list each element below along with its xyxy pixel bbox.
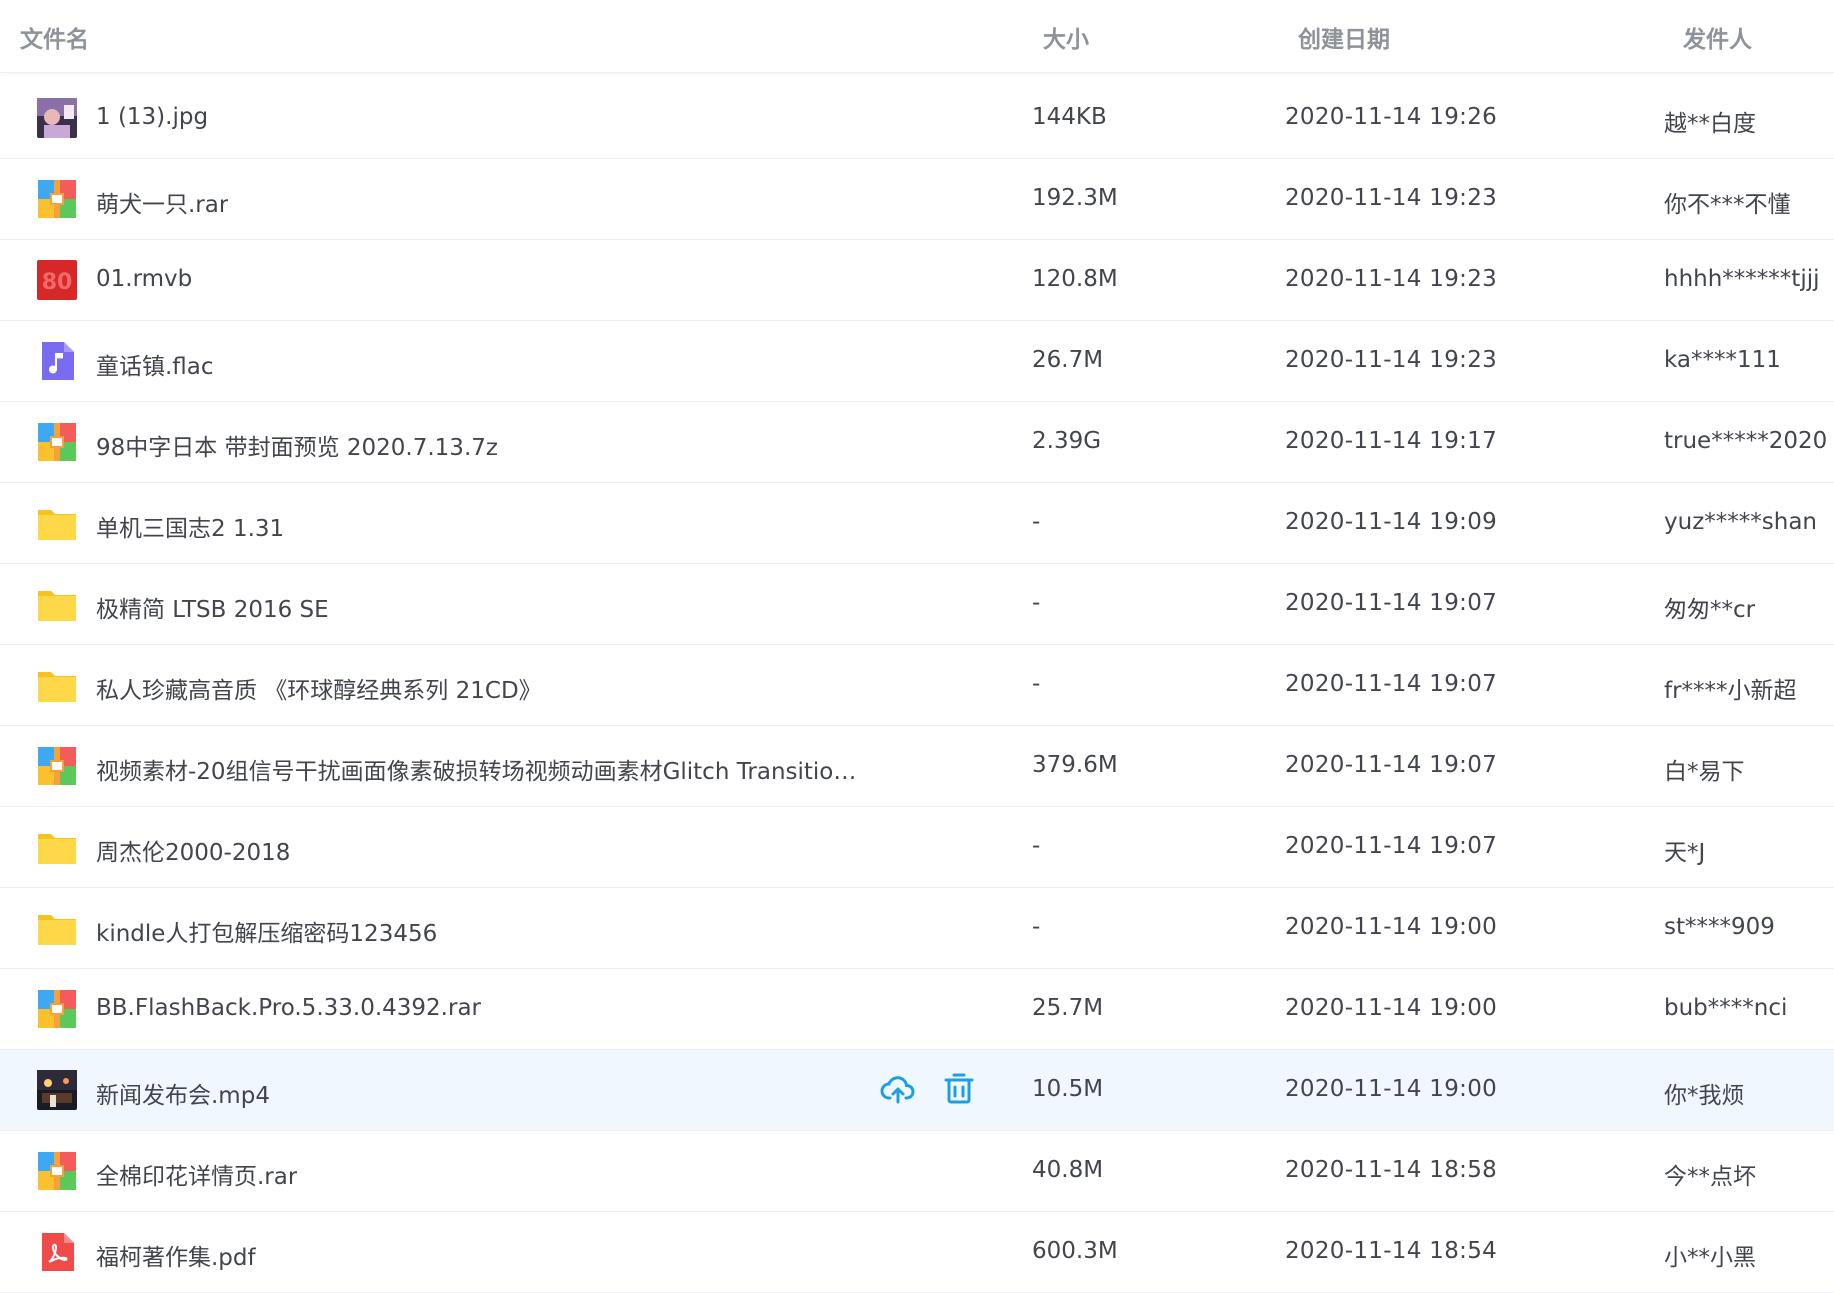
file-size: -: [1032, 914, 1041, 940]
file-list-header: 文件名 大小 创建日期 发件人: [0, 0, 1834, 73]
file-name[interactable]: 萌犬一只.rar: [96, 185, 228, 219]
file-date: 2020-11-14 19:17: [1285, 428, 1498, 454]
file-size: -: [1032, 833, 1041, 859]
file-size: 120.8M: [1032, 266, 1118, 292]
file-date: 2020-11-14 19:00: [1285, 914, 1498, 940]
file-sender: fr****小新超: [1664, 678, 1797, 704]
file-name[interactable]: 01.rmvb: [96, 266, 192, 292]
file-date: 2020-11-14 19:00: [1285, 995, 1498, 1021]
file-row[interactable]: kindle人打包解压缩密码123456 - 2020-11-14 19:00 st*…: [0, 888, 1834, 969]
file-size: -: [1032, 671, 1041, 697]
file-name[interactable]: 极精简 LTSB 2016 SE: [96, 590, 329, 624]
column-header-name[interactable]: 文件名: [20, 20, 89, 54]
video-thumbnail-icon: [36, 1069, 78, 1111]
file-date: 2020-11-14 19:23: [1285, 185, 1498, 211]
file-name[interactable]: 1 (13).jpg: [96, 104, 208, 130]
file-name[interactable]: BB.FlashBack.Pro.5.33.0.4392.rar: [96, 995, 481, 1021]
archive-icon: [36, 988, 78, 1030]
file-size: 10.5M: [1032, 1076, 1104, 1102]
file-date: 2020-11-14 19:07: [1285, 833, 1498, 859]
file-row[interactable]: 单机三国志2 1.31 - 2020-11-14 19:09 yuz*****shan: [0, 483, 1834, 564]
file-list: 1 (13).jpg 144KB 2020-11-14 19:26 越**白度萌犬一只…: [0, 78, 1834, 1293]
file-size: 40.8M: [1032, 1157, 1104, 1183]
file-size: -: [1032, 509, 1041, 535]
column-header-size[interactable]: 大小: [1043, 20, 1089, 54]
file-sender: bub****nci: [1664, 995, 1788, 1021]
file-name[interactable]: 单机三国志2 1.31: [96, 509, 284, 543]
file-size: 26.7M: [1032, 347, 1104, 373]
file-row[interactable]: 童话镇.flac 26.7M 2020-11-14 19:23 ka****111: [0, 321, 1834, 402]
file-name[interactable]: 周杰伦2000-2018: [96, 833, 290, 867]
file-date: 2020-11-14 19:00: [1285, 1076, 1498, 1102]
file-sender: 你*我烦: [1664, 1083, 1745, 1109]
file-size: 144KB: [1032, 104, 1107, 130]
file-name[interactable]: 福柯著作集.pdf: [96, 1238, 256, 1272]
file-name[interactable]: 视频素材-20组信号干扰画面像素破损转场视频动画素材Glitch Transit…: [96, 752, 866, 786]
delete-icon[interactable]: [941, 1071, 977, 1107]
file-row[interactable]: BB.FlashBack.Pro.5.33.0.4392.rar 25.7M 202…: [0, 969, 1834, 1050]
file-row[interactable]: 新闻发布会.mp4 10.5M 2020-11-14 19:00 你*我烦: [0, 1050, 1834, 1131]
folder-icon: [36, 907, 78, 949]
column-header-date[interactable]: 创建日期: [1298, 20, 1390, 54]
file-row[interactable]: 福柯著作集.pdf 600.3M 2020-11-14 18:54 小**小黑: [0, 1212, 1834, 1293]
archive-icon: [36, 1150, 78, 1192]
folder-icon: [36, 583, 78, 625]
archive-icon: [36, 745, 78, 787]
svg-text:80: 80: [42, 270, 73, 295]
file-row[interactable]: 80 01.rmvb 120.8M 2020-11-14 19:23 hhhh*****…: [0, 240, 1834, 321]
file-row[interactable]: 全棉印花详情页.rar 40.8M 2020-11-14 18:58 今**点坏: [0, 1131, 1834, 1212]
archive-icon: [36, 178, 78, 220]
folder-icon: [36, 664, 78, 706]
file-date: 2020-11-14 19:26: [1285, 104, 1498, 130]
file-name[interactable]: 童话镇.flac: [96, 347, 214, 381]
file-size: 379.6M: [1032, 752, 1118, 778]
file-sender: 今**点坏: [1664, 1164, 1756, 1190]
file-date: 2020-11-14 19:07: [1285, 590, 1498, 616]
file-name[interactable]: 新闻发布会.mp4: [96, 1076, 270, 1110]
file-name[interactable]: kindle人打包解压缩密码123456: [96, 914, 437, 948]
file-row[interactable]: 周杰伦2000-2018 - 2020-11-14 19:07 天*J: [0, 807, 1834, 888]
file-sender: 小**小黑: [1664, 1245, 1756, 1271]
file-date: 2020-11-14 19:09: [1285, 509, 1498, 535]
file-size: -: [1032, 590, 1041, 616]
file-sender: 越**白度: [1664, 111, 1756, 137]
file-date: 2020-11-14 18:58: [1285, 1157, 1498, 1183]
file-sender: yuz*****shan: [1664, 509, 1817, 535]
file-date: 2020-11-14 19:23: [1285, 266, 1498, 292]
file-sender: 白*易下: [1664, 759, 1745, 785]
file-name[interactable]: 私人珍藏高音质 《环球醇经典系列 21CD》: [96, 671, 542, 705]
file-sender: st****909: [1664, 914, 1775, 940]
image-thumbnail-icon: [36, 97, 78, 139]
file-sender: 匆匆**cr: [1664, 597, 1756, 623]
file-date: 2020-11-14 19:07: [1285, 752, 1498, 778]
file-row[interactable]: 1 (13).jpg 144KB 2020-11-14 19:26 越**白度: [0, 78, 1834, 159]
folder-icon: [36, 502, 78, 544]
file-row[interactable]: 98中字日本 带封面预览 2020.7.13.7z 2.39G 2020-11-14…: [0, 402, 1834, 483]
file-size: 2.39G: [1032, 428, 1102, 454]
pdf-file-icon: [36, 1231, 78, 1273]
file-sender: 天*J: [1664, 840, 1706, 866]
file-sender: ka****111: [1664, 347, 1781, 373]
file-row[interactable]: 视频素材-20组信号干扰画面像素破损转场视频动画素材Glitch Transit…: [0, 726, 1834, 807]
file-size: 192.3M: [1032, 185, 1118, 211]
file-date: 2020-11-14 19:23: [1285, 347, 1498, 373]
file-name[interactable]: 全棉印花详情页.rar: [96, 1157, 297, 1191]
file-row[interactable]: 萌犬一只.rar 192.3M 2020-11-14 19:23 你不***不懂: [0, 159, 1834, 240]
file-row[interactable]: 极精简 LTSB 2016 SE - 2020-11-14 19:07 匆匆**cr: [0, 564, 1834, 645]
file-date: 2020-11-14 18:54: [1285, 1238, 1498, 1264]
file-row[interactable]: 私人珍藏高音质 《环球醇经典系列 21CD》 - 2020-11-14 19:07 f…: [0, 645, 1834, 726]
file-sender: true*****2020: [1664, 428, 1828, 454]
video-thumbnail-icon: 80: [36, 259, 78, 301]
folder-icon: [36, 826, 78, 868]
save-to-cloud-icon[interactable]: [880, 1071, 916, 1107]
audio-file-icon: [36, 340, 78, 382]
file-sender: hhhh******tjjj: [1664, 266, 1820, 292]
file-sender: 你不***不懂: [1664, 192, 1791, 218]
file-size: 25.7M: [1032, 995, 1104, 1021]
file-name[interactable]: 98中字日本 带封面预览 2020.7.13.7z: [96, 428, 498, 462]
file-size: 600.3M: [1032, 1238, 1118, 1264]
archive-icon: [36, 421, 78, 463]
column-header-sender[interactable]: 发件人: [1683, 20, 1752, 54]
file-date: 2020-11-14 19:07: [1285, 671, 1498, 697]
